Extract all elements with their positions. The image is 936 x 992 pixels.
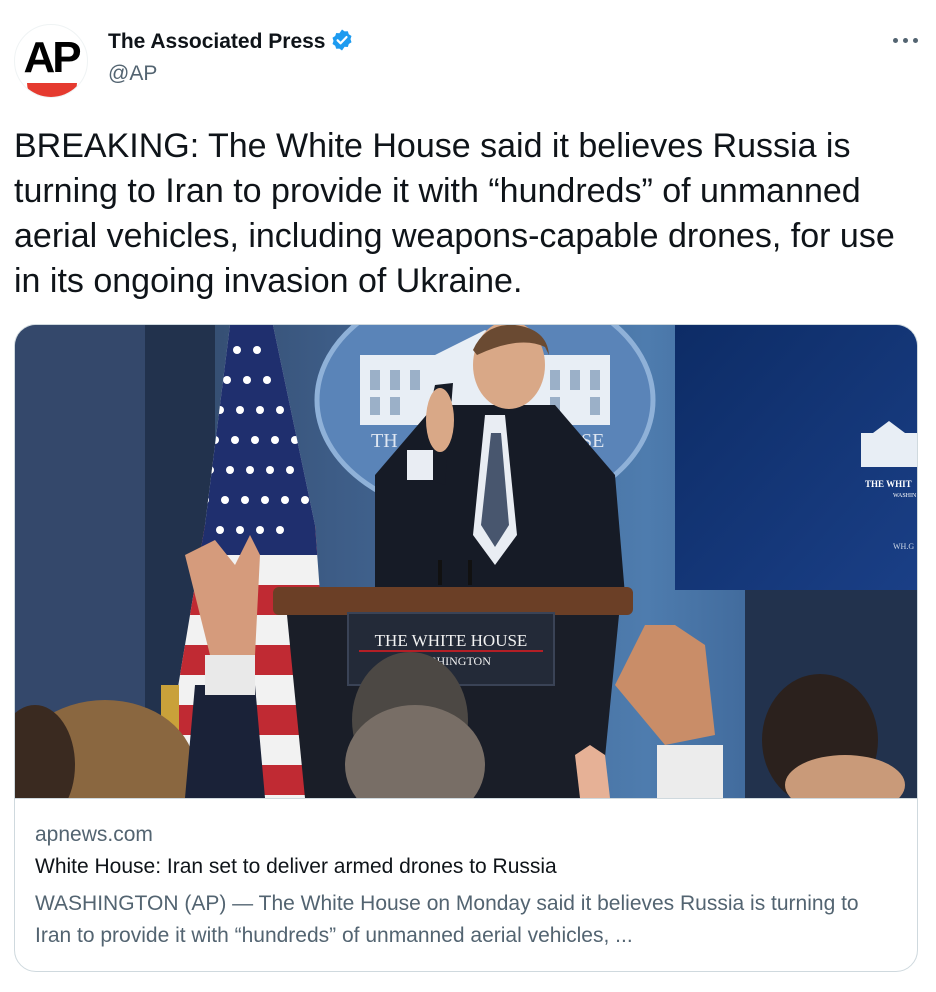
card-title[interactable]: White House: Iran set to deliver armed d… — [35, 855, 557, 879]
author-display-name[interactable]: The Associated Press — [108, 30, 326, 53]
screen-text-1: THE WHIT — [865, 479, 912, 489]
screen-text-2: WASHIN — [893, 493, 917, 499]
ap-logo-arc — [27, 83, 77, 97]
more-options-icon[interactable] — [888, 26, 924, 54]
author-handle[interactable]: @AP — [108, 62, 157, 86]
author-block: The Associated Press — [108, 28, 354, 54]
screen-text-3: WH.G — [893, 542, 914, 551]
card-description: WASHINGTON (AP) — The White House on Mon… — [35, 892, 859, 947]
podium-text-1: THE WHITE HOUSE — [375, 631, 528, 650]
card-domain: apnews.com — [35, 823, 153, 846]
tweet-text: BREAKING: The White House said it believ… — [14, 127, 895, 300]
verified-badge-icon — [332, 29, 351, 51]
seal-text-left: TH — [371, 430, 398, 452]
ap-logo-text: AP — [23, 33, 81, 82]
author-avatar[interactable]: AP — [14, 24, 88, 98]
link-card[interactable]: TH SE THE WHIT WASHIN WH.G THE WHITE HOU… — [14, 324, 918, 972]
card-meta: apnews.com White House: Iran set to deli… — [15, 798, 917, 971]
card-photo: TH SE THE WHIT WASHIN WH.G THE WHITE HOU… — [15, 325, 917, 798]
